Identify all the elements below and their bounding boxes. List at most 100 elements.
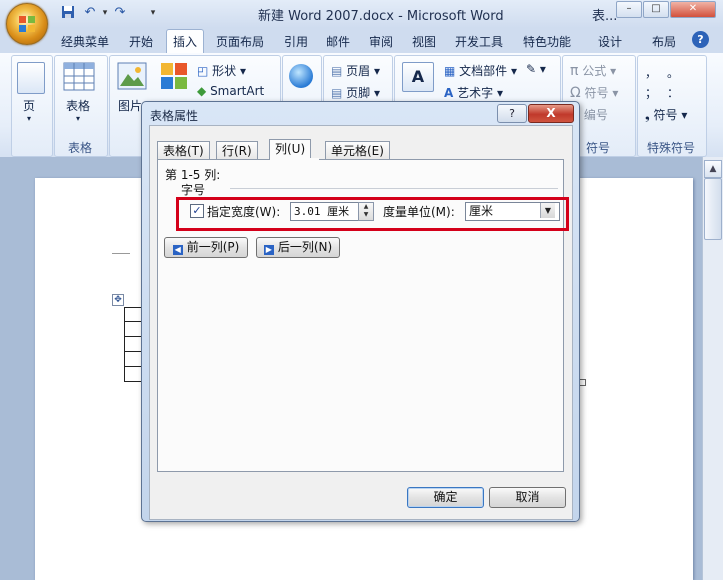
- tab-layout[interactable]: 布局: [646, 32, 682, 52]
- group-label-special-symbols: 特殊符号: [646, 141, 695, 155]
- pi-icon: π: [570, 63, 579, 79]
- link-icon[interactable]: [289, 64, 313, 88]
- ok-button[interactable]: 确定: [407, 487, 484, 508]
- tab-column[interactable]: 列(U): [269, 139, 312, 160]
- dialog-close-button[interactable]: X: [528, 104, 574, 123]
- table-resize-handle[interactable]: [579, 379, 586, 386]
- table-row-line: [124, 336, 141, 337]
- shapes-button[interactable]: ◰ 形状 ▾: [197, 62, 246, 79]
- redo-icon[interactable]: ↷: [112, 5, 128, 21]
- picture-icon: [117, 62, 147, 90]
- page-icon: [17, 62, 45, 94]
- document-table[interactable]: [124, 307, 142, 382]
- wordart-label: 艺术字: [457, 86, 494, 100]
- number-label: 编号: [583, 108, 608, 122]
- special-symbol-label: 符号: [653, 108, 678, 122]
- scroll-up-icon[interactable]: ▲: [704, 160, 722, 178]
- tab-table[interactable]: 表格(T): [157, 141, 210, 160]
- office-button[interactable]: [6, 3, 48, 45]
- tab-features[interactable]: 特色功能: [517, 32, 577, 52]
- section-separator: [230, 188, 558, 189]
- smartart-icon: ◆: [197, 84, 207, 98]
- formula-label: 公式: [582, 64, 607, 78]
- tab-mailings[interactable]: 邮件: [320, 32, 356, 52]
- maximize-button[interactable]: □: [643, 1, 669, 18]
- table-row-line: [124, 351, 141, 352]
- arrow-right-icon: ▶: [263, 245, 274, 255]
- previous-column-label: 前一列(P): [186, 240, 240, 254]
- minimize-button[interactable]: –: [616, 1, 642, 18]
- arrow-left-icon: ◀: [172, 245, 183, 255]
- special-symbol-button[interactable]: ❟ 符号 ▾: [645, 106, 687, 123]
- wordart-icon: A: [444, 86, 454, 100]
- tab-insert[interactable]: 插入: [166, 29, 205, 54]
- textbox-icon[interactable]: A: [402, 62, 434, 92]
- group-label-tables: 表格: [67, 141, 92, 155]
- quick-parts-icon: ▦: [444, 64, 456, 78]
- symbol-label: 符号: [584, 86, 609, 100]
- table-row-line: [124, 366, 141, 367]
- header-icon: ▤: [331, 64, 343, 78]
- special-char-1[interactable]: ，: [645, 64, 657, 81]
- table-dropdown-icon[interactable]: ▾: [76, 114, 80, 123]
- tab-page-layout[interactable]: 页面布局: [210, 32, 270, 52]
- smartart-button[interactable]: ◆ SmartArt: [197, 84, 264, 98]
- close-window-button[interactable]: ✕: [670, 1, 716, 18]
- signature-line-icon[interactable]: ✎ ▾: [526, 62, 546, 76]
- next-column-button[interactable]: ▶ 后一列(N): [256, 237, 340, 258]
- symbol-button[interactable]: Ω 符号 ▾: [570, 84, 618, 101]
- undo-dropdown-icon[interactable]: ▾: [97, 5, 113, 21]
- footer-label: 页脚: [346, 86, 371, 100]
- office-logo-icon: [19, 16, 35, 32]
- tab-view[interactable]: 视图: [406, 32, 442, 52]
- undo-icon[interactable]: ↶: [82, 5, 98, 21]
- tab-developer[interactable]: 开发工具: [449, 32, 509, 52]
- wordart-button[interactable]: A 艺术字 ▾: [444, 84, 503, 101]
- active-tab-connector: [270, 158, 319, 160]
- tab-design[interactable]: 设计: [592, 32, 628, 52]
- size-section-label: 字号: [181, 183, 206, 197]
- table-button[interactable]: 表格: [66, 97, 90, 114]
- table-icon: [63, 62, 95, 91]
- dialog-help-button[interactable]: ?: [497, 104, 527, 123]
- help-icon[interactable]: ?: [692, 31, 709, 48]
- smartart-label: SmartArt: [210, 84, 265, 98]
- quick-parts-label: 文档部件: [459, 64, 508, 78]
- margin-mark: [112, 253, 130, 254]
- formula-button[interactable]: π 公式 ▾: [570, 62, 616, 79]
- special-char-3[interactable]: ；: [645, 84, 657, 101]
- pages-button[interactable]: 页: [23, 97, 35, 114]
- tab-references[interactable]: 引用: [278, 32, 314, 52]
- footer-button[interactable]: ▤ 页脚 ▾: [331, 84, 380, 101]
- dialog-title: 表格属性: [150, 109, 199, 123]
- comma-icon: ❟: [645, 108, 650, 122]
- quick-parts-button[interactable]: ▦ 文档部件 ▾: [444, 62, 517, 79]
- customize-icon[interactable]: ▾: [145, 5, 161, 21]
- picture-button[interactable]: 图片: [118, 97, 142, 114]
- special-char-2[interactable]: 。: [667, 64, 679, 81]
- tab-row[interactable]: 行(R): [216, 141, 258, 160]
- previous-column-button[interactable]: ◀ 前一列(P): [164, 237, 248, 258]
- shapes-icon: ◰: [197, 64, 209, 78]
- tab-home[interactable]: 开始: [123, 32, 159, 52]
- omega-icon: Ω: [570, 85, 581, 101]
- save-icon[interactable]: [60, 5, 76, 21]
- header-button[interactable]: ▤ 页眉 ▾: [331, 62, 380, 79]
- header-label: 页眉: [346, 64, 371, 78]
- highlight-box: [176, 197, 569, 231]
- footer-icon: ▤: [331, 86, 343, 100]
- special-char-4[interactable]: ：: [667, 84, 679, 101]
- table-move-handle-icon[interactable]: ✥: [112, 294, 124, 306]
- tab-classic-menu[interactable]: 经典菜单: [55, 32, 115, 52]
- next-column-label: 后一列(N): [277, 240, 333, 254]
- scroll-thumb[interactable]: [704, 178, 722, 240]
- clipart-icon: [161, 63, 187, 89]
- tab-review[interactable]: 审阅: [363, 32, 399, 52]
- pages-dropdown-icon[interactable]: ▾: [27, 114, 31, 123]
- tab-cell[interactable]: 单元格(E): [325, 141, 390, 160]
- cancel-button[interactable]: 取消: [489, 487, 566, 508]
- table-row-line: [124, 321, 141, 322]
- window-title: 新建 Word 2007.docx - Microsoft Word: [258, 9, 504, 24]
- window-title-truncated: 表...: [592, 9, 618, 24]
- shapes-label: 形状: [212, 64, 237, 78]
